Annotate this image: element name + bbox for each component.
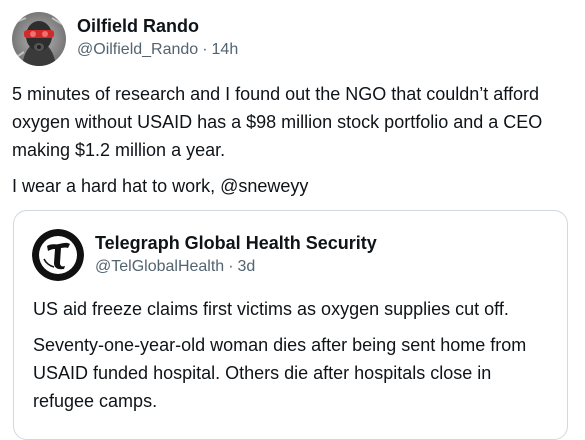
quoted-tweet-card[interactable]: Telegraph Global Health Security @TelGlo… [13, 210, 568, 440]
quoted-handle[interactable]: @TelGlobalHealth [95, 258, 224, 275]
meta-separator: · [202, 41, 208, 58]
quoted-avatar[interactable] [32, 229, 84, 281]
quoted-paragraph: US aid freeze claims first victims as ox… [33, 299, 509, 319]
quoted-meta-separator: · [228, 258, 234, 275]
author-meta: @Oilfield_Rando · 14h [77, 39, 238, 61]
telegraph-t-logo-icon [32, 229, 84, 281]
timestamp[interactable]: 14h [212, 41, 239, 58]
quoted-tweet-text: US aid freeze claims first victims as ox… [33, 295, 553, 415]
tweet-paragraph: I wear a hard hat to work, @sneweyy [12, 176, 309, 196]
tweet-text: 5 minutes of research and I found out th… [12, 80, 577, 200]
tweet-header: Oilfield Rando @Oilfield_Rando · 14h [12, 12, 238, 66]
tweet[interactable]: Oilfield Rando @Oilfield_Rando · 14h 5 min… [0, 0, 585, 440]
author-info: Oilfield Rando @Oilfield_Rando · 14h [77, 12, 238, 61]
quoted-author-meta: @TelGlobalHealth · 3d [95, 256, 377, 278]
quoted-timestamp[interactable]: 3d [238, 258, 256, 275]
tweet-paragraph: 5 minutes of research and I found out th… [12, 84, 543, 160]
avatar[interactable] [12, 12, 66, 66]
handle[interactable]: @Oilfield_Rando [77, 41, 198, 58]
quoted-paragraph: Seventy-one-year-old woman dies after be… [33, 335, 527, 411]
quoted-display-name[interactable]: Telegraph Global Health Security [95, 231, 377, 255]
gas-mask-avatar-icon [12, 12, 66, 66]
display-name[interactable]: Oilfield Rando [77, 14, 238, 38]
quoted-tweet-header: Telegraph Global Health Security @TelGlo… [32, 229, 377, 281]
quoted-author-info: Telegraph Global Health Security @TelGlo… [95, 229, 377, 278]
